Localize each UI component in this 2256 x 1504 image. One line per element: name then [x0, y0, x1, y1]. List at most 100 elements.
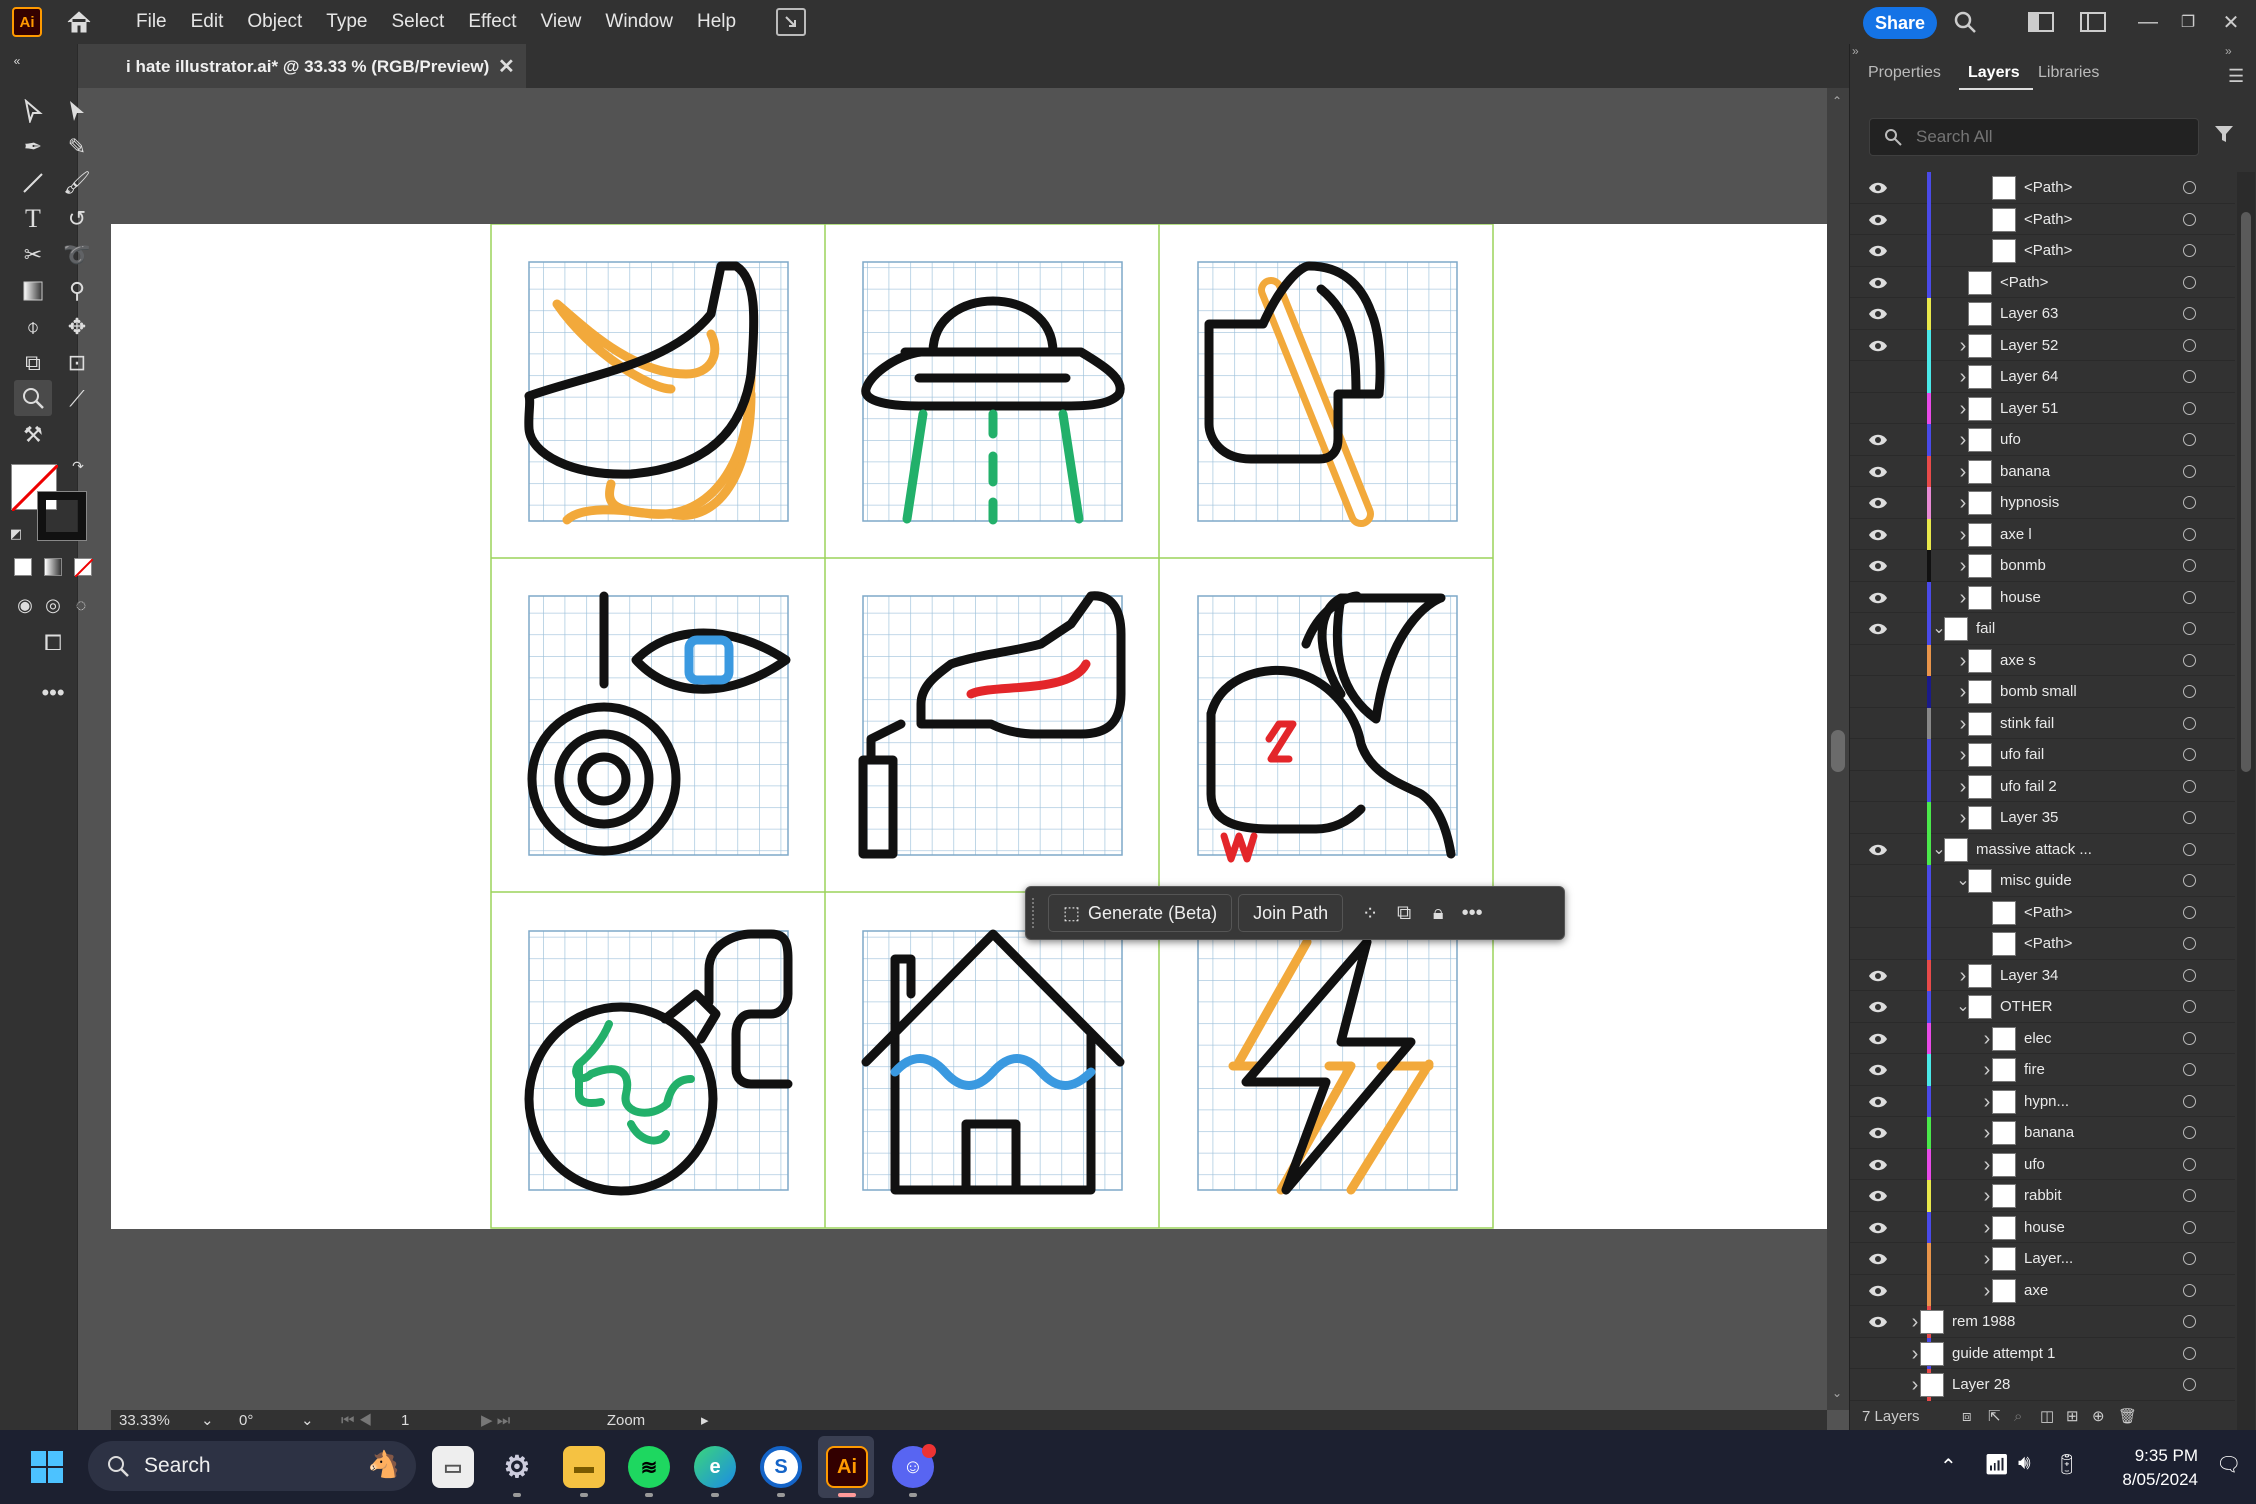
- blend-tool-icon[interactable]: ⚲: [62, 276, 92, 306]
- target-circle-icon[interactable]: [2183, 968, 2196, 982]
- visibility-eye-icon[interactable]: [1868, 714, 1888, 734]
- layer-row[interactable]: › ufo: [1850, 424, 2235, 456]
- visibility-eye-icon[interactable]: [1868, 1060, 1888, 1080]
- start-icon[interactable]: [30, 1450, 64, 1489]
- layer-name[interactable]: <Path>: [2024, 242, 2072, 259]
- layer-name[interactable]: elec: [2024, 1030, 2052, 1047]
- layer-row[interactable]: › bomb small: [1850, 676, 2235, 708]
- layer-row[interactable]: › Layer 52: [1850, 329, 2235, 361]
- target-circle-icon[interactable]: [2183, 401, 2196, 415]
- share-button[interactable]: Share: [1863, 7, 1937, 39]
- visibility-eye-icon[interactable]: [1868, 903, 1888, 923]
- visibility-eye-icon[interactable]: [1868, 1375, 1888, 1395]
- layer-row[interactable]: › banana: [1850, 1117, 2235, 1149]
- layer-name[interactable]: hypn...: [2024, 1093, 2069, 1110]
- spotify-icon[interactable]: ≋: [628, 1446, 670, 1488]
- menu-object[interactable]: Object: [235, 0, 314, 44]
- layer-row[interactable]: › stink fail: [1850, 707, 2235, 739]
- layer-row[interactable]: › hypn...: [1850, 1085, 2235, 1117]
- layer-row[interactable]: › ufo fail: [1850, 739, 2235, 771]
- layer-name[interactable]: banana: [2000, 463, 2050, 480]
- delete-layer-icon[interactable]: 🗑︎: [2118, 1407, 2144, 1425]
- layer-row[interactable]: Layer 63: [1850, 298, 2235, 330]
- visibility-eye-icon[interactable]: [1868, 840, 1888, 860]
- layer-name[interactable]: rem 1988: [1952, 1313, 2015, 1330]
- visibility-eye-icon[interactable]: [1868, 745, 1888, 765]
- visibility-eye-icon[interactable]: [1868, 966, 1888, 986]
- draw-inside-icon[interactable]: ◌: [66, 590, 96, 620]
- target-circle-icon[interactable]: [2183, 244, 2196, 257]
- scroll-down-icon[interactable]: ⌄: [1832, 1386, 1842, 1400]
- layer-row[interactable]: › ufo fail 2: [1850, 770, 2235, 802]
- target-circle-icon[interactable]: [2183, 1031, 2196, 1045]
- join-path-button[interactable]: Join Path: [1238, 894, 1344, 932]
- visibility-eye-icon[interactable]: [1868, 808, 1888, 828]
- color-mode-icon[interactable]: [14, 558, 32, 576]
- target-circle-icon[interactable]: [2183, 685, 2196, 698]
- visibility-eye-icon[interactable]: [1868, 178, 1888, 198]
- layer-row[interactable]: ⌄ misc guide: [1850, 865, 2235, 897]
- signal-icon[interactable]: S: [760, 1446, 802, 1488]
- measure-tool-icon[interactable]: ⟋: [62, 384, 92, 414]
- layer-row[interactable]: › Layer 64: [1850, 361, 2235, 393]
- layer-name[interactable]: Layer...: [2024, 1250, 2073, 1267]
- show-hidden-icons[interactable]: ⌃: [1940, 1454, 1957, 1479]
- lasso-tool-icon[interactable]: ➰: [62, 240, 92, 270]
- target-circle-icon[interactable]: [2183, 874, 2196, 887]
- layer-name[interactable]: <Path>: [2024, 211, 2072, 228]
- layer-name[interactable]: massive attack ...: [1976, 841, 2092, 858]
- swap-colors-icon[interactable]: ↷: [68, 456, 88, 476]
- layer-row[interactable]: › Layer 28: [1850, 1369, 2235, 1401]
- target-circle-icon[interactable]: [2183, 779, 2196, 793]
- visibility-eye-icon[interactable]: [1868, 273, 1888, 293]
- collapse-icon[interactable]: «: [2, 46, 32, 76]
- edge-icon[interactable]: e: [694, 1446, 736, 1488]
- scroll-thumb[interactable]: [1831, 730, 1845, 772]
- layer-row[interactable]: ⌄ massive attack ...: [1850, 833, 2235, 865]
- draw-normal-icon[interactable]: ◉: [10, 590, 40, 620]
- new-sublayer-icon[interactable]: ⊞: [2066, 1407, 2092, 1425]
- visibility-eye-icon[interactable]: [1868, 430, 1888, 450]
- layer-name[interactable]: Layer 35: [2000, 809, 2058, 826]
- layer-name[interactable]: Layer 28: [1952, 1376, 2010, 1393]
- minimize-icon[interactable]: —: [2135, 10, 2161, 34]
- line-tool-icon[interactable]: [18, 168, 48, 198]
- visibility-eye-icon[interactable]: [1868, 462, 1888, 482]
- target-circle-icon[interactable]: [2183, 212, 2196, 226]
- layer-name[interactable]: fail: [1976, 620, 1995, 637]
- layer-name[interactable]: <Path>: [2024, 904, 2072, 921]
- visibility-eye-icon[interactable]: [1868, 399, 1888, 419]
- layer-row[interactable]: <Path>: [1850, 896, 2235, 928]
- task-view-icon[interactable]: ▭: [432, 1446, 474, 1488]
- visibility-eye-icon[interactable]: [1868, 1186, 1888, 1206]
- layer-row[interactable]: <Path>: [1850, 203, 2235, 235]
- menu-edit[interactable]: Edit: [179, 0, 236, 44]
- layer-row[interactable]: ⌄ fail: [1850, 613, 2235, 645]
- layer-name[interactable]: <Path>: [2000, 274, 2048, 291]
- visibility-eye-icon[interactable]: [1868, 493, 1888, 513]
- zoom-tool-icon[interactable]: [14, 380, 52, 416]
- layer-row[interactable]: › rem 1988: [1850, 1306, 2235, 1338]
- target-circle-icon[interactable]: [2183, 275, 2196, 289]
- target-circle-icon[interactable]: [2183, 464, 2196, 478]
- layer-name[interactable]: Layer 64: [2000, 368, 2058, 385]
- layer-row[interactable]: › hypnosis: [1850, 487, 2235, 519]
- visibility-eye-icon[interactable]: [1868, 1155, 1888, 1175]
- visibility-eye-icon[interactable]: [1868, 682, 1888, 702]
- draw-behind-icon[interactable]: ◎: [38, 590, 68, 620]
- selection-tool-icon[interactable]: [18, 96, 48, 126]
- target-circle-icon[interactable]: [2183, 307, 2196, 320]
- visibility-eye-icon[interactable]: [1868, 1344, 1888, 1364]
- visibility-eye-icon[interactable]: [1868, 556, 1888, 576]
- tab-libraries[interactable]: Libraries: [2038, 64, 2099, 82]
- layer-name[interactable]: ufo fail: [2000, 746, 2044, 763]
- generate-beta-button[interactable]: ⬚ Generate (Beta): [1048, 894, 1233, 932]
- visibility-eye-icon[interactable]: [1868, 1092, 1888, 1112]
- target-circle-icon[interactable]: [2183, 1283, 2196, 1297]
- export-icon[interactable]: ⇱: [1988, 1407, 2014, 1425]
- layer-row[interactable]: <Path>: [1850, 266, 2235, 298]
- visibility-eye-icon[interactable]: [1868, 1281, 1888, 1301]
- menu-view[interactable]: View: [529, 0, 594, 44]
- search-icon[interactable]: [1952, 10, 1978, 34]
- visibility-eye-icon[interactable]: [1868, 367, 1888, 387]
